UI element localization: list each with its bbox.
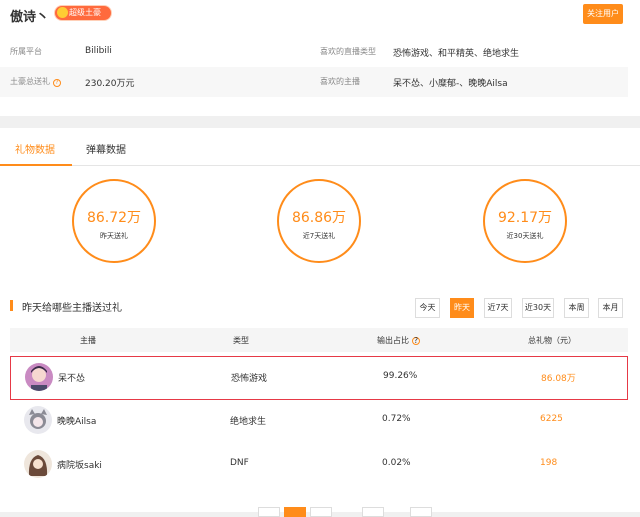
liked-category-value: 恐怖游戏、和平精英、绝地求生: [393, 49, 520, 59]
table-row[interactable]: 病院坂saki DNF 0.02% 198: [10, 444, 628, 488]
pager-next-button[interactable]: [410, 507, 432, 517]
platform-label: 所属平台: [10, 47, 42, 56]
total-gift-label: 土豪总送礼?: [10, 76, 61, 87]
total-gift: 86.08万: [541, 374, 576, 384]
avatar: [24, 406, 52, 434]
avatar: [24, 450, 52, 478]
user-profile-card: 傲诗丶 超级土豪 关注用户 所属平台 Bilibili 喜欢的直播类型 恐怖游戏…: [0, 0, 640, 116]
rank-badge-label: 超级土豪: [69, 8, 101, 17]
liked-streamers-value: 呆不怂、小糜郁-、晚晚Ailsa: [393, 79, 508, 89]
output-ratio: 99.26%: [383, 371, 418, 381]
table-header: 主播 类型 输出占比? 总礼物（元）: [10, 328, 628, 352]
section-title: 昨天给哪些主播送过礼: [10, 299, 122, 314]
stat-value: 86.86万: [291, 210, 347, 226]
col-type: 类型: [233, 336, 249, 345]
pager-page-button[interactable]: [310, 507, 332, 517]
streamer-name[interactable]: 病院坂saki: [57, 458, 102, 471]
tab-danmaku-data[interactable]: 弹幕数据: [86, 141, 126, 156]
liked-streamers-label: 喜欢的主播: [320, 77, 360, 86]
help-icon[interactable]: ?: [412, 337, 420, 345]
rank-badge: 超级土豪: [55, 6, 111, 20]
streamer-type: 恐怖游戏: [231, 374, 268, 384]
range-this-month-button[interactable]: 本月: [598, 298, 623, 318]
stat-30-days: 92.17万 近30天送礼: [483, 179, 567, 263]
output-ratio: 0.02%: [382, 458, 411, 468]
streamer-name[interactable]: 呆不怂: [58, 371, 85, 384]
total-gift-label-text: 土豪总送礼: [10, 77, 50, 86]
streamer-type: 绝地求生: [230, 417, 267, 427]
pager-prev-button[interactable]: [258, 507, 280, 517]
table-row[interactable]: 呆不怂 恐怖游戏 99.26% 86.08万: [10, 356, 628, 400]
range-30-days-button[interactable]: 近30天: [522, 298, 554, 318]
section-title-text: 昨天给哪些主播送过礼: [22, 303, 122, 314]
range-yesterday-button[interactable]: 昨天: [450, 298, 474, 318]
active-tab-indicator: [0, 164, 72, 166]
pager-current-page[interactable]: [284, 507, 306, 517]
username: 傲诗丶: [10, 10, 50, 25]
col-total-gift: 总礼物（元）: [528, 336, 576, 345]
range-this-week-button[interactable]: 本周: [564, 298, 589, 318]
range-today-button[interactable]: 今天: [415, 298, 440, 318]
follow-user-button[interactable]: 关注用户: [583, 4, 623, 24]
col-ratio: 输出占比?: [377, 335, 420, 346]
col-ratio-text: 输出占比: [377, 336, 409, 345]
output-ratio: 0.72%: [382, 414, 411, 424]
stat-caption: 昨天送礼: [100, 232, 128, 240]
pager-page-button[interactable]: [362, 507, 384, 517]
stat-value: 86.72万: [86, 210, 142, 226]
help-icon[interactable]: ?: [53, 79, 61, 87]
stat-yesterday: 86.72万 昨天送礼: [72, 179, 156, 263]
stat-caption: 近7天送礼: [302, 232, 336, 240]
info-row-1: 所属平台 Bilibili 喜欢的直播类型 恐怖游戏、和平精英、绝地求生: [0, 37, 628, 67]
total-gift: 6225: [540, 414, 563, 424]
tab-bar: 礼物数据 弹幕数据: [0, 128, 640, 166]
stat-value: 92.17万: [497, 210, 553, 226]
tab-gift-data[interactable]: 礼物数据: [15, 141, 55, 156]
avatar: [25, 363, 53, 391]
stat-7-days: 86.86万 近7天送礼: [277, 179, 361, 263]
liked-category-label: 喜欢的直播类型: [320, 47, 376, 56]
gift-data-card: 礼物数据 弹幕数据 86.72万 昨天送礼 86.86万 近7天送礼 92.17…: [0, 128, 640, 517]
table-row[interactable]: 晚晚Ailsa 绝地求生 0.72% 6225: [10, 400, 628, 444]
total-gift: 198: [540, 458, 558, 468]
stat-caption: 近30天送礼: [506, 232, 544, 240]
info-row-2: 土豪总送礼? 230.20万元 喜欢的主播 呆不怂、小糜郁-、晚晚Ailsa: [0, 67, 628, 97]
streamer-name[interactable]: 晚晚Ailsa: [57, 414, 96, 427]
col-streamer: 主播: [80, 336, 96, 345]
platform-value: Bilibili: [85, 46, 112, 56]
range-7-days-button[interactable]: 近7天: [484, 298, 512, 318]
streamer-type: DNF: [230, 458, 249, 468]
section-marker: [10, 300, 13, 311]
total-gift-value: 230.20万元: [85, 79, 135, 89]
crown-icon: [57, 7, 68, 18]
